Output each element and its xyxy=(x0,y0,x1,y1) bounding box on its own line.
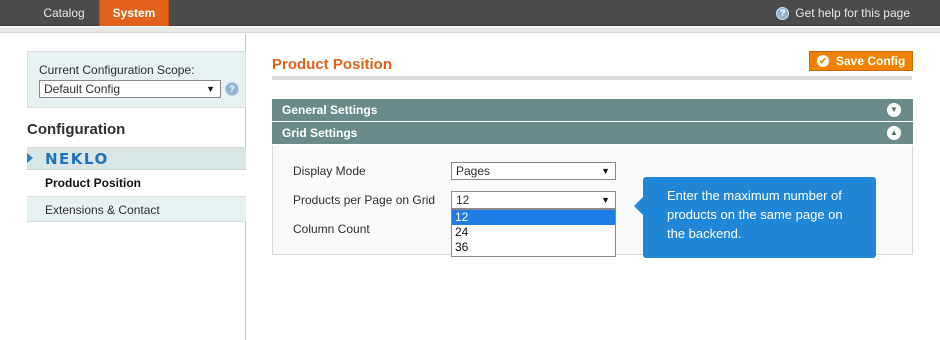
page-title: Product Position xyxy=(272,56,392,73)
tab-catalog[interactable]: Catalog xyxy=(29,0,99,26)
dropdown-option[interactable]: 36 xyxy=(452,240,615,255)
section-title: Grid Settings xyxy=(282,126,358,140)
section-general-settings[interactable]: General Settings ▼ xyxy=(272,99,913,121)
column-count-label: Column Count xyxy=(293,222,370,236)
per-page-dropdown: 12 24 36 xyxy=(451,209,616,257)
sub-bar xyxy=(0,27,940,33)
tooltip-text: Enter the maximum number of products on … xyxy=(667,188,843,241)
sidebar-group-neklo[interactable]: NEKLO xyxy=(27,148,246,170)
per-page-label: Products per Page on Grid xyxy=(293,193,436,207)
expand-down-icon[interactable]: ▼ xyxy=(887,103,901,117)
display-mode-label: Display Mode xyxy=(293,164,366,178)
dropdown-option[interactable]: 12 xyxy=(452,210,615,225)
help-label: Get help for this page xyxy=(795,6,910,20)
scope-switcher: Current Configuration Scope: Default Con… xyxy=(27,51,246,108)
sidebar-item-product-position[interactable]: Product Position xyxy=(27,170,246,196)
section-grid-settings[interactable]: Grid Settings ▲ xyxy=(272,122,913,144)
chevron-down-icon: ▼ xyxy=(206,84,215,94)
top-nav-bar: Catalog System ? Get help for this page xyxy=(0,0,940,26)
scope-help-icon[interactable]: ? xyxy=(225,82,239,96)
display-mode-select[interactable]: Pages ▼ xyxy=(451,162,616,180)
collapse-up-icon[interactable]: ▲ xyxy=(887,126,901,140)
scope-select-value: Default Config xyxy=(44,82,121,96)
display-mode-value: Pages xyxy=(456,164,491,178)
expand-arrow-icon xyxy=(27,153,33,163)
sidebar-item-extensions-contact[interactable]: Extensions & Contact xyxy=(27,196,246,222)
tab-system[interactable]: System xyxy=(99,0,169,26)
scope-select[interactable]: Default Config ▼ xyxy=(39,80,221,98)
tooltip-pointer xyxy=(634,197,643,215)
help-icon: ? xyxy=(776,6,790,20)
configuration-heading: Configuration xyxy=(27,108,246,148)
section-title: General Settings xyxy=(282,103,378,117)
scope-label: Current Configuration Scope: xyxy=(39,63,195,77)
save-config-label: Save Config xyxy=(836,54,906,68)
title-divider xyxy=(272,76,912,80)
per-page-select[interactable]: 12 ▼ xyxy=(451,191,616,209)
field-tooltip: Enter the maximum number of products on … xyxy=(634,177,876,258)
checkmark-icon: ✔ xyxy=(817,55,829,67)
chevron-down-icon: ▼ xyxy=(601,166,610,176)
neklo-logo: NEKLO xyxy=(45,150,109,168)
help-link[interactable]: ? Get help for this page xyxy=(776,0,910,26)
save-config-button[interactable]: ✔ Save Config xyxy=(809,51,913,71)
chevron-down-icon: ▼ xyxy=(601,195,610,205)
dropdown-option[interactable]: 24 xyxy=(452,225,615,240)
per-page-value: 12 xyxy=(456,193,470,207)
